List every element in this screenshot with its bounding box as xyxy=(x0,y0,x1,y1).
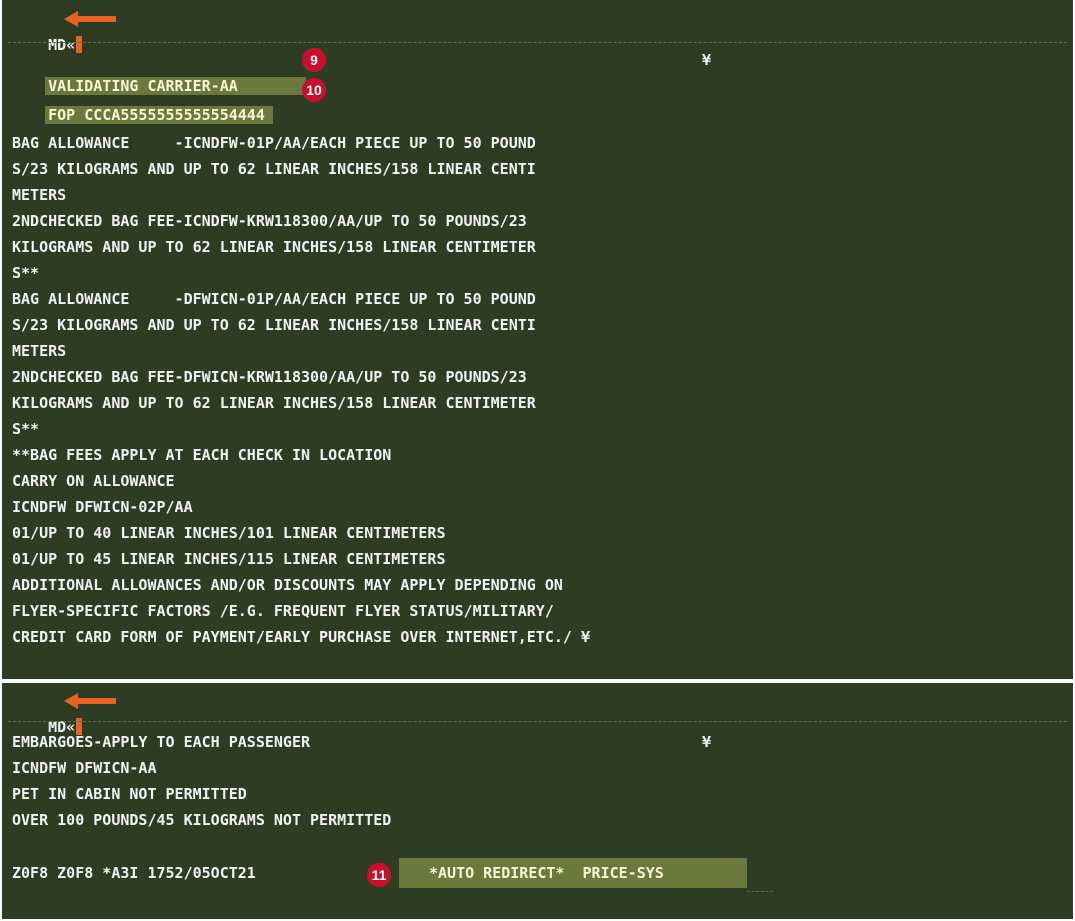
fop-text: FOP CCCA5555555555554444 xyxy=(45,106,273,124)
output-line: S/23 KILOGRAMS AND UP TO 62 LINEAR INCHE… xyxy=(12,316,536,334)
badge-11: 11 xyxy=(367,863,391,887)
output-line: ICNDFW DFWICN-02P/AA xyxy=(12,498,193,516)
output-line: S** xyxy=(12,264,40,282)
output-line: CARRY ON ALLOWANCE xyxy=(12,472,175,490)
output-line: S/23 KILOGRAMS AND UP TO 62 LINEAR INCHE… xyxy=(12,160,536,178)
output-line: OVER 100 POUNDS/45 KILOGRAMS NOT PERMITT… xyxy=(12,811,392,829)
divider xyxy=(8,721,1067,722)
output-line: KILOGRAMS AND UP TO 62 LINEAR INCHES/158… xyxy=(12,394,536,412)
output-line: METERS xyxy=(12,186,67,204)
terminal-screen-2: MD« EMBARGOES-APPLY TO EACH PASSENGER ¥ … xyxy=(2,683,1073,919)
output-line: 2NDCHECKED BAG FEE-DFWICN-KRW118300/AA/U… xyxy=(12,368,527,386)
terminal-screen-1: MD« VALIDATING CARRIER-AA 9 ¥ FOP CCCA55… xyxy=(2,0,1073,679)
output-line: BAG ALLOWANCE -DFWICN-01P/AA/EACH PIECE … xyxy=(12,290,536,308)
badge-9: 9 xyxy=(302,48,326,72)
output-line: S** xyxy=(12,420,40,438)
status-line: Z0F8 Z0F8 *A3I 1752/05OCT21 xyxy=(12,864,256,882)
output-line: PET IN CABIN NOT PERMITTED xyxy=(12,785,247,803)
output-line: BAG ALLOWANCE -ICNDFW-01P/AA/EACH PIECE … xyxy=(12,134,536,152)
output-line: CREDIT CARD FORM OF PAYMENT/EARLY PURCHA… xyxy=(12,628,590,646)
left-arrow-icon xyxy=(64,11,116,27)
output-line: FLYER-SPECIFIC FACTORS /E.G. FREQUENT FL… xyxy=(12,602,554,620)
divider xyxy=(747,891,773,892)
output-line: ICNDFW DFWICN-AA xyxy=(12,759,157,777)
yen-sign: ¥ xyxy=(702,51,712,69)
output-line: EMBARGOES-APPLY TO EACH PASSENGER xyxy=(12,733,311,751)
auto-redirect-label: *AUTO REDIRECT* PRICE-SYS xyxy=(399,858,747,888)
output-line: 2NDCHECKED BAG FEE-ICNDFW-KRW118300/AA/U… xyxy=(12,212,527,230)
output-line: KILOGRAMS AND UP TO 62 LINEAR INCHES/158… xyxy=(12,238,536,256)
output-line: METERS xyxy=(12,342,67,360)
output-line: 01/UP TO 45 LINEAR INCHES/115 LINEAR CEN… xyxy=(12,550,446,568)
badge-10: 10 xyxy=(302,78,326,102)
output-line: ADDITIONAL ALLOWANCES AND/OR DISCOUNTS M… xyxy=(12,576,563,594)
yen-sign: ¥ xyxy=(702,733,712,751)
left-arrow-icon xyxy=(64,693,116,709)
output-line: 01/UP TO 40 LINEAR INCHES/101 LINEAR CEN… xyxy=(12,524,446,542)
divider xyxy=(8,42,1067,43)
output-line: **BAG FEES APPLY AT EACH CHECK IN LOCATI… xyxy=(12,446,392,464)
validating-carrier-line: VALIDATING CARRIER-AA xyxy=(12,47,306,95)
fop-line: FOP CCCA5555555555554444 xyxy=(12,76,273,124)
